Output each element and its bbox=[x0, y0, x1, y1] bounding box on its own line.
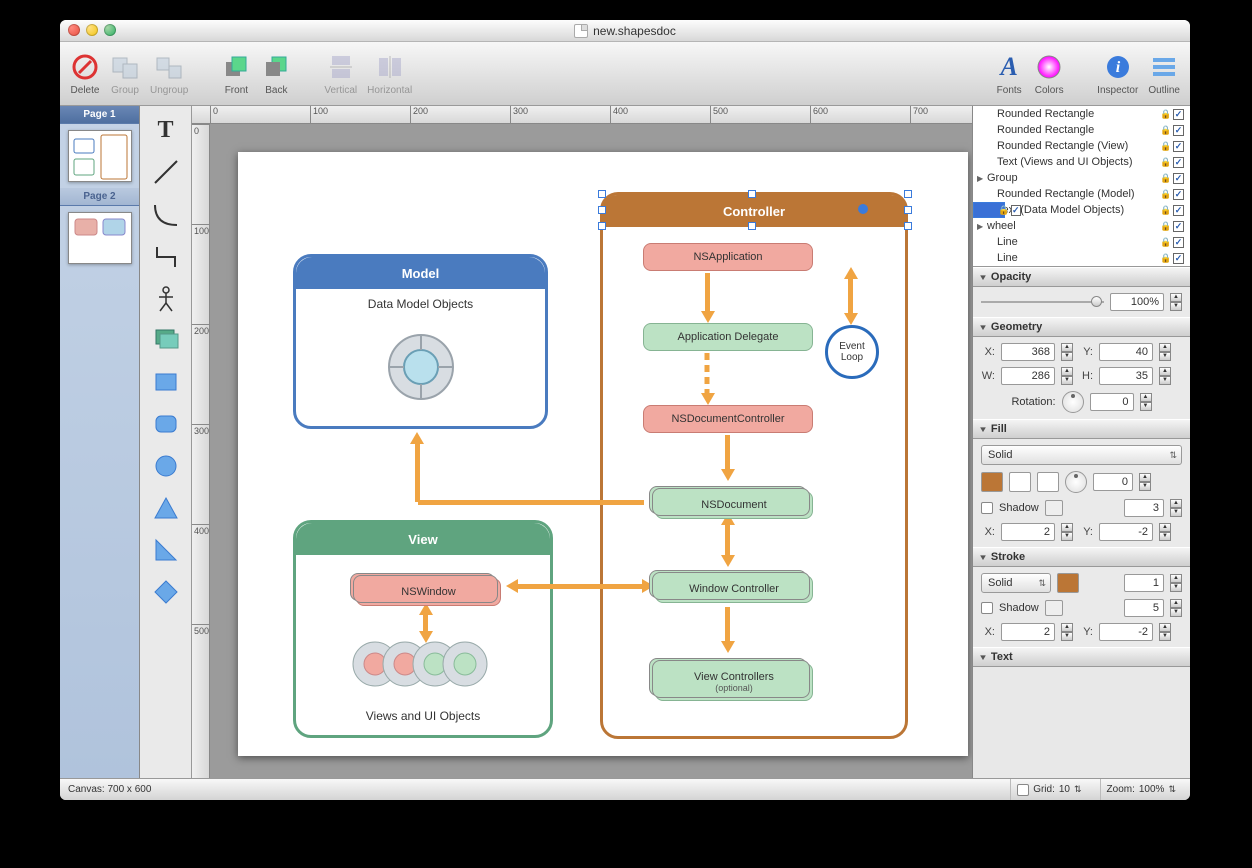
nsdocumentcontroller-pill[interactable]: NSDocumentController bbox=[643, 405, 813, 433]
outline-row[interactable]: Rounded Rectangle (View)🔒✓ bbox=[973, 138, 1190, 154]
canvas-size: Canvas: 700 x 600 bbox=[68, 784, 151, 795]
horizontal-ruler[interactable]: 0 100 200 300 400 500 600 700 bbox=[192, 106, 972, 124]
geom-y[interactable]: 40 bbox=[1099, 343, 1153, 361]
fill-shadow-color[interactable] bbox=[1045, 500, 1063, 516]
model-box[interactable]: Model Data Model Objects bbox=[293, 254, 548, 429]
stroke-shadow-color[interactable] bbox=[1045, 600, 1063, 616]
opacity-header[interactable]: Opacity bbox=[973, 267, 1190, 287]
outline-row[interactable]: ▶wheel🔒✓ bbox=[973, 218, 1190, 234]
outline-row[interactable]: Rounded Rectangle (Cont...🔒✓ bbox=[973, 202, 1005, 218]
geom-x[interactable]: 368 bbox=[1001, 343, 1055, 361]
fill-angle-dial[interactable] bbox=[1065, 471, 1087, 493]
outline-row[interactable]: ▶Group🔒✓ bbox=[973, 170, 1190, 186]
rotation-dial[interactable] bbox=[1062, 391, 1084, 413]
tool-palette: T bbox=[140, 106, 192, 778]
step-tool[interactable] bbox=[144, 236, 188, 276]
page-2-thumb[interactable] bbox=[68, 212, 132, 264]
text-header[interactable]: Text bbox=[973, 647, 1190, 667]
toolbar: Delete Group Ungroup Front Back bbox=[60, 42, 1190, 106]
bring-front-button[interactable]: Front bbox=[221, 52, 251, 96]
text-tool[interactable]: T bbox=[144, 110, 188, 150]
flip-horizontal-button[interactable]: Horizontal bbox=[367, 52, 412, 96]
nswindow-pill[interactable]: NSWindow bbox=[356, 578, 501, 606]
inspector-button[interactable]: i Inspector bbox=[1097, 52, 1138, 96]
fill-shadow-checkbox[interactable] bbox=[981, 502, 993, 514]
page-1-header[interactable]: Page 1 bbox=[60, 106, 139, 124]
view-box[interactable]: View NSWindow Views and UI Objects bbox=[293, 520, 553, 738]
diamond-tool[interactable] bbox=[144, 572, 188, 612]
stroke-shadow-checkbox[interactable] bbox=[981, 602, 993, 614]
window-controller-pill[interactable]: Window Controller bbox=[655, 575, 813, 603]
outline-button[interactable]: Outline bbox=[1148, 52, 1180, 96]
opacity-stepper[interactable]: ▲▼ bbox=[1170, 293, 1182, 311]
fill-mode-select[interactable]: Solid bbox=[981, 445, 1182, 465]
titlebar: new.shapesdoc bbox=[60, 20, 1190, 42]
view-subtitle: Views and UI Objects bbox=[296, 709, 550, 723]
svg-text:i: i bbox=[1116, 59, 1121, 76]
opacity-slider[interactable] bbox=[981, 295, 1104, 309]
view-controllers-pill[interactable]: View Controllers (optional) bbox=[655, 663, 813, 701]
zoom-button[interactable] bbox=[104, 24, 116, 36]
circle-tool[interactable] bbox=[144, 446, 188, 486]
rectangle-tool[interactable] bbox=[144, 362, 188, 402]
image-tool[interactable] bbox=[144, 320, 188, 360]
rounded-rect-tool[interactable] bbox=[144, 404, 188, 444]
stroke-mode-select[interactable]: Solid bbox=[981, 573, 1051, 593]
person-tool[interactable] bbox=[144, 278, 188, 318]
outline-row[interactable]: Line🔒✓ bbox=[973, 250, 1190, 266]
vertical-ruler[interactable]: 0 100 200 300 400 500 bbox=[192, 124, 210, 778]
delete-button[interactable]: Delete bbox=[70, 52, 100, 96]
fill-header[interactable]: Fill bbox=[973, 419, 1190, 439]
canvas-area: 0 100 200 300 400 500 600 700 0 100 200 … bbox=[192, 106, 972, 778]
outline-list[interactable]: Rounded Rectangle🔒✓Rounded Rectangle🔒✓Ro… bbox=[973, 106, 1190, 267]
outline-row[interactable]: Line🔒✓ bbox=[973, 234, 1190, 250]
colors-button[interactable]: Colors bbox=[1034, 52, 1064, 96]
stroke-color[interactable] bbox=[1057, 573, 1079, 593]
group-button[interactable]: Group bbox=[110, 52, 140, 96]
document-icon bbox=[574, 24, 588, 38]
nsdocument-pill[interactable]: NSDocument bbox=[655, 491, 813, 519]
pages-sidebar: Page 1 Page 2 bbox=[60, 106, 140, 778]
outline-row[interactable]: Rounded Rectangle🔒✓ bbox=[973, 122, 1190, 138]
outline-row[interactable]: Text (Views and UI Objects)🔒✓ bbox=[973, 154, 1190, 170]
stroke-header[interactable]: Stroke bbox=[973, 547, 1190, 567]
event-loop[interactable]: Event Loop bbox=[825, 325, 879, 379]
window-title: new.shapesdoc bbox=[593, 24, 676, 38]
canvas-page[interactable]: Model Data Model Objects bbox=[238, 152, 968, 756]
fill-color-3[interactable] bbox=[1037, 472, 1059, 492]
geometry-header[interactable]: Geometry bbox=[973, 317, 1190, 337]
canvas-viewport[interactable]: 0 100 200 300 400 500 Model Data Model O… bbox=[192, 124, 972, 778]
geom-rotation[interactable]: 0 bbox=[1090, 393, 1134, 411]
nsapplication-pill[interactable]: NSApplication bbox=[643, 243, 813, 271]
grid-checkbox[interactable] bbox=[1017, 784, 1029, 796]
page-1-thumb[interactable] bbox=[68, 130, 132, 182]
geom-w[interactable]: 286 bbox=[1001, 367, 1055, 385]
inspector-panel: Rounded Rectangle🔒✓Rounded Rectangle🔒✓Ro… bbox=[972, 106, 1190, 778]
triangle-tool[interactable] bbox=[144, 488, 188, 528]
model-wheel-icon bbox=[381, 327, 461, 407]
fill-color-1[interactable] bbox=[981, 472, 1003, 492]
page-2-header[interactable]: Page 2 bbox=[60, 188, 139, 206]
fonts-button[interactable]: A Fonts bbox=[994, 52, 1024, 96]
app-delegate-pill[interactable]: Application Delegate bbox=[643, 323, 813, 351]
flip-vertical-button[interactable]: Vertical bbox=[324, 52, 357, 96]
model-subtitle: Data Model Objects bbox=[296, 297, 545, 311]
status-bar: Canvas: 700 x 600 Grid:10⇅ Zoom:100%⇅ bbox=[60, 778, 1190, 800]
curve-tool[interactable] bbox=[144, 194, 188, 234]
outline-row[interactable]: Rounded Rectangle (Model)🔒✓ bbox=[973, 186, 1190, 202]
fill-color-2[interactable] bbox=[1009, 472, 1031, 492]
line-tool[interactable] bbox=[144, 152, 188, 192]
ungroup-button[interactable]: Ungroup bbox=[150, 52, 188, 96]
geom-h[interactable]: 35 bbox=[1099, 367, 1153, 385]
right-triangle-tool[interactable] bbox=[144, 530, 188, 570]
opacity-value[interactable]: 100% bbox=[1110, 293, 1164, 311]
outline-row[interactable]: Rounded Rectangle🔒✓ bbox=[973, 106, 1190, 122]
app-window: new.shapesdoc Delete Group Ungroup Front bbox=[60, 20, 1190, 800]
close-button[interactable] bbox=[68, 24, 80, 36]
controller-box[interactable]: Controller NSApplication Application Del… bbox=[600, 192, 908, 739]
send-back-button[interactable]: Back bbox=[261, 52, 291, 96]
minimize-button[interactable] bbox=[86, 24, 98, 36]
view-wheels-icon bbox=[348, 638, 498, 690]
